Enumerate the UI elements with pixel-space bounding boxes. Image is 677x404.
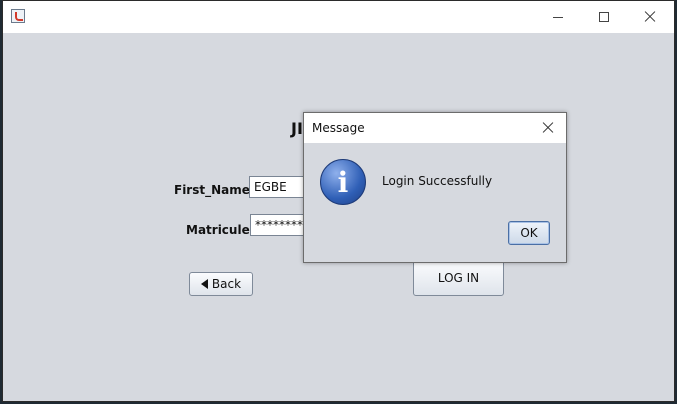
login-button[interactable]: LOG IN (413, 260, 504, 296)
login-button-label: LOG IN (437, 271, 480, 285)
close-icon (542, 122, 554, 134)
ok-button-label: OK (520, 226, 538, 240)
title-bar (3, 1, 674, 33)
back-button[interactable]: Back (189, 272, 253, 296)
info-icon: i (320, 159, 366, 205)
back-arrow-icon (200, 279, 208, 289)
ok-button[interactable]: OK (508, 221, 550, 245)
back-button-label: Back (211, 277, 242, 291)
first-name-field[interactable] (249, 176, 309, 198)
dialog-title: Message (312, 121, 365, 135)
minimize-icon (553, 16, 563, 18)
close-window-button[interactable] (627, 1, 673, 33)
maximize-icon (599, 12, 609, 22)
matricule-label: Matricule (186, 223, 250, 237)
maximize-button[interactable] (581, 1, 627, 33)
minimize-button[interactable] (535, 1, 581, 33)
matricule-field[interactable] (250, 214, 310, 236)
dialog-title-bar: Message (304, 113, 566, 143)
first-name-label: First_Name (174, 183, 250, 197)
dialog-close-button[interactable] (534, 114, 562, 142)
java-app-icon (11, 9, 25, 23)
message-dialog: Message i Login Successfully OK (303, 112, 567, 263)
form-heading: JI (291, 119, 303, 138)
dialog-message: Login Successfully (382, 174, 493, 188)
close-icon (644, 11, 656, 23)
